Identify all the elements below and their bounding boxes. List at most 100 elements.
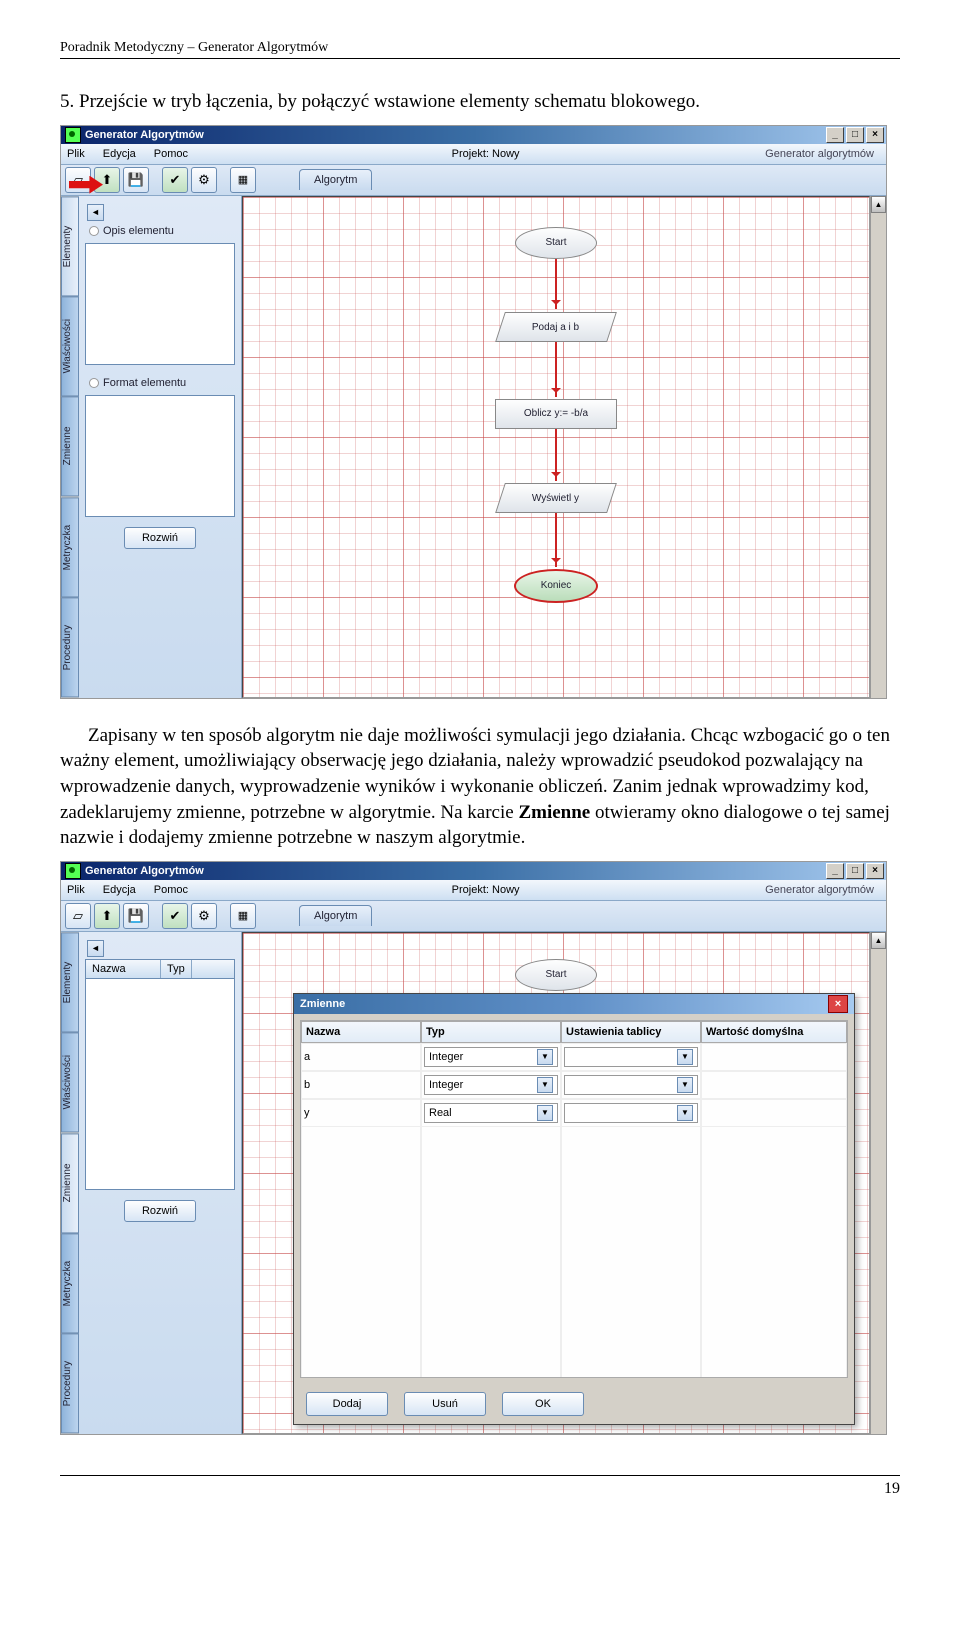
- toolbar-settings-icon[interactable]: ⚙: [191, 903, 217, 929]
- toolbar-link-icon[interactable]: ⬆: [94, 167, 120, 193]
- flowchart-start[interactable]: Start: [515, 959, 597, 991]
- app-icon: [65, 127, 81, 143]
- flowchart-start[interactable]: Start: [515, 227, 597, 259]
- toolbar-settings-icon[interactable]: ⚙: [191, 167, 217, 193]
- dodaj-button[interactable]: Dodaj: [306, 1392, 388, 1416]
- vtab-wlasciwosci[interactable]: Właściwości: [61, 1032, 79, 1132]
- dialog-col-wartosc: Wartość domyślna: [701, 1021, 847, 1043]
- cell-default[interactable]: [701, 1099, 847, 1127]
- cell-array[interactable]: ▼: [561, 1071, 701, 1099]
- toolbar-grid-icon[interactable]: ▦: [230, 903, 256, 929]
- vtab-zmienne[interactable]: Zmienne: [61, 1133, 79, 1233]
- chevron-down-icon[interactable]: ▼: [677, 1105, 693, 1121]
- usun-button[interactable]: Usuń: [404, 1392, 486, 1416]
- flowchart-canvas[interactable]: Start Podaj a i b Oblicz y:= -b/a Wyświe…: [242, 196, 870, 698]
- window-title: Generator Algorytmów: [85, 865, 204, 877]
- flowchart-canvas[interactable]: Start Zmienne × Nazwa Typ Ustawienia tab…: [242, 932, 870, 1434]
- vtab-wlasciwosci[interactable]: Właściwości: [61, 296, 79, 396]
- cell-default[interactable]: [701, 1071, 847, 1099]
- connector: [555, 513, 557, 567]
- toolbar-save-icon[interactable]: 💾: [123, 167, 149, 193]
- toolbar-new-icon[interactable]: ▱: [65, 903, 91, 929]
- connector: [555, 342, 557, 397]
- screenshot-1: Generator Algorytmów _ □ × Plik Edycja P…: [60, 125, 887, 699]
- cell-type[interactable]: Integer▼: [421, 1043, 561, 1071]
- cell-name[interactable]: y: [301, 1099, 421, 1127]
- chevron-down-icon[interactable]: ▼: [677, 1077, 693, 1093]
- vtab-elementy[interactable]: Elementy: [61, 932, 79, 1032]
- type-select[interactable]: Integer▼: [424, 1047, 558, 1067]
- chevron-down-icon[interactable]: ▼: [537, 1105, 553, 1121]
- vtab-metryczka[interactable]: Metryczka: [61, 1233, 79, 1333]
- brand-label: Generator algorytmów: [765, 884, 874, 896]
- menu-edycja[interactable]: Edycja: [103, 884, 136, 896]
- type-select[interactable]: Real▼: [424, 1103, 558, 1123]
- minimize-button[interactable]: _: [826, 127, 844, 143]
- panel-box-1: [85, 243, 235, 365]
- list-number: 5.: [60, 91, 74, 112]
- chevron-down-icon[interactable]: ▼: [537, 1049, 553, 1065]
- maximize-button[interactable]: □: [846, 863, 864, 879]
- cell-array[interactable]: ▼: [561, 1043, 701, 1071]
- tab-algorytm[interactable]: Algorytm: [299, 169, 372, 190]
- left-table-header: Nazwa Typ: [85, 959, 235, 979]
- menu-edycja[interactable]: Edycja: [103, 148, 136, 160]
- flowchart-input[interactable]: Podaj a i b: [495, 312, 617, 342]
- cell-default[interactable]: [701, 1043, 847, 1071]
- toolbar-new-icon[interactable]: ▱: [65, 167, 91, 193]
- collapse-icon[interactable]: ◄: [87, 204, 104, 221]
- cell-name[interactable]: b: [301, 1071, 421, 1099]
- cell-array[interactable]: ▼: [561, 1099, 701, 1127]
- collapse-icon[interactable]: ◄: [87, 940, 104, 957]
- minimize-button[interactable]: _: [826, 863, 844, 879]
- flowchart-output[interactable]: Wyświetl y: [495, 483, 617, 513]
- scroll-up-icon[interactable]: ▲: [871, 196, 886, 213]
- menu-pomoc[interactable]: Pomoc: [154, 884, 188, 896]
- menu-pomoc[interactable]: Pomoc: [154, 148, 188, 160]
- dialog-title-bar: Zmienne ×: [294, 994, 854, 1014]
- dialog-buttons: Dodaj Usuń OK: [294, 1384, 854, 1424]
- panel-header-1: Opis elementu: [85, 223, 235, 239]
- array-select[interactable]: ▼: [564, 1075, 698, 1095]
- left-panel: ◄ Nazwa Typ Rozwiń: [79, 932, 242, 1434]
- type-select[interactable]: Integer▼: [424, 1075, 558, 1095]
- toolbar-grid-icon[interactable]: ▦: [230, 167, 256, 193]
- zmienne-dialog: Zmienne × Nazwa Typ Ustawienia tablicy W…: [293, 993, 855, 1425]
- toolbar-link-icon[interactable]: ⬆: [94, 903, 120, 929]
- vtab-zmienne[interactable]: Zmienne: [61, 396, 79, 496]
- flowchart-process[interactable]: Oblicz y:= -b/a: [495, 399, 617, 429]
- chevron-down-icon[interactable]: ▼: [677, 1049, 693, 1065]
- vtab-metryczka[interactable]: Metryczka: [61, 497, 79, 597]
- vtab-procedury[interactable]: Procedury: [61, 597, 79, 697]
- chevron-down-icon[interactable]: ▼: [537, 1077, 553, 1093]
- array-select[interactable]: ▼: [564, 1047, 698, 1067]
- menu-plik[interactable]: Plik: [67, 884, 85, 896]
- ok-button[interactable]: OK: [502, 1392, 584, 1416]
- tab-algorytm[interactable]: Algorytm: [299, 905, 372, 926]
- vtab-procedury[interactable]: Procedury: [61, 1333, 79, 1433]
- scroll-up-icon[interactable]: ▲: [871, 932, 886, 949]
- vtab-elementy[interactable]: Elementy: [61, 196, 79, 296]
- scrollbar-vertical[interactable]: ▲: [870, 932, 886, 1434]
- flowchart-end[interactable]: Koniec: [514, 569, 598, 603]
- toolbar: ▱ ⬆ 💾 ✔ ⚙ ▦ Algorytm: [61, 901, 886, 932]
- array-select[interactable]: ▼: [564, 1103, 698, 1123]
- toolbar-check-icon[interactable]: ✔: [162, 903, 188, 929]
- close-button[interactable]: ×: [866, 127, 884, 143]
- cell-name[interactable]: a: [301, 1043, 421, 1071]
- cell-type[interactable]: Real▼: [421, 1099, 561, 1127]
- col-nazwa: Nazwa: [86, 960, 161, 978]
- vertical-tabs: Elementy Właściwości Zmienne Metryczka P…: [61, 932, 79, 1434]
- toolbar-save-icon[interactable]: 💾: [123, 903, 149, 929]
- close-button[interactable]: ×: [866, 863, 884, 879]
- page-footer: 19: [60, 1475, 900, 1498]
- expand-button[interactable]: Rozwiń: [124, 527, 196, 549]
- menu-plik[interactable]: Plik: [67, 148, 85, 160]
- maximize-button[interactable]: □: [846, 127, 864, 143]
- expand-button[interactable]: Rozwiń: [124, 1200, 196, 1222]
- scrollbar-vertical[interactable]: ▲: [870, 196, 886, 698]
- dialog-close-button[interactable]: ×: [828, 995, 848, 1013]
- toolbar-check-icon[interactable]: ✔: [162, 167, 188, 193]
- window-title: Generator Algorytmów: [85, 129, 204, 141]
- cell-type[interactable]: Integer▼: [421, 1071, 561, 1099]
